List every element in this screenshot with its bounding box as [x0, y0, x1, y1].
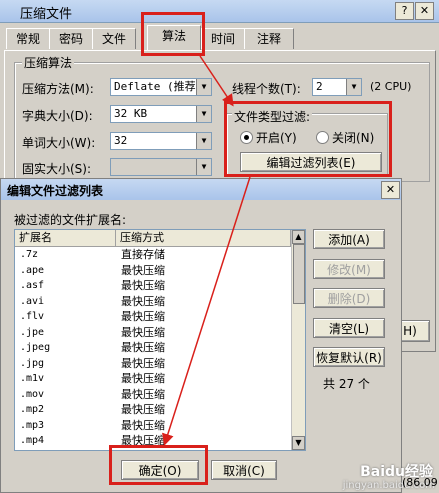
threads-value: 2 [316, 80, 323, 93]
extension-list[interactable]: 扩展名 压缩方式 .7z 直接存储 .ape 最快压缩 .asf 最快压缩 .avi 最快压缩… [14, 229, 306, 451]
radio-off-label: 关闭(N) [332, 131, 375, 145]
filter-dialog: 编辑文件过滤列表 ✕ 被过滤的文件扩展名: 扩展名 压缩方式 .7z 直接存储 .a… [0, 178, 402, 493]
row-extension: .m1v [20, 373, 45, 384]
row-mode: 最快压缩 [121, 341, 165, 354]
table-row[interactable]: .jpg 最快压缩 [15, 356, 291, 371]
list-scrollbar[interactable]: ▲ ▼ [291, 230, 305, 450]
row-extension: .mp3 [20, 419, 45, 431]
table-row[interactable]: .mp2 最快压缩 [15, 402, 291, 417]
table-row[interactable]: .jpeg 最快压缩 [15, 340, 291, 355]
tab-comment[interactable]: 注释 [244, 28, 294, 49]
help-button[interactable]: ? [395, 2, 414, 20]
row-mode: 最快压缩 [121, 294, 165, 308]
solid-select: ▼ [110, 158, 212, 176]
column-header-ext[interactable]: 扩展名 [15, 230, 116, 246]
filter-title: 文件类型过滤: [232, 108, 313, 125]
method-value: Deflate (推荐) [114, 80, 203, 93]
row-extension: .jpe [20, 326, 45, 338]
table-row[interactable]: .7z 直接存储 [15, 247, 291, 262]
edit-filter-button[interactable]: 编辑过滤列表(E) [240, 152, 382, 172]
chevron-down-icon[interactable]: ▼ [346, 79, 361, 95]
threads-label: 线程个数(T): [232, 82, 301, 96]
row-mode: 最快压缩 [121, 279, 165, 292]
scroll-thumb[interactable] [293, 244, 305, 304]
tab-general[interactable]: 常规 [6, 28, 50, 49]
scroll-up-icon[interactable]: ▲ [292, 230, 305, 244]
row-mode: 最快压缩 [121, 418, 165, 432]
chevron-down-icon[interactable]: ▼ [196, 106, 211, 122]
word-select[interactable]: 32 ▼ [110, 132, 212, 150]
row-extension: .7z [20, 249, 39, 260]
row-mode: 最快压缩 [121, 403, 165, 416]
dialog-title: 编辑文件过滤列表 [7, 184, 104, 198]
table-row[interactable]: .avi 最快压缩 [15, 294, 291, 309]
cancel-button[interactable]: 取消(C) [211, 460, 277, 480]
scroll-down-icon[interactable]: ▼ [292, 436, 305, 450]
row-mode: 最快压缩 [121, 387, 165, 401]
solid-label: 固实大小(S): [22, 162, 92, 176]
tab-password[interactable]: 密码 [49, 28, 93, 49]
dict-value: 32 KB [114, 107, 148, 120]
radio-off[interactable] [316, 131, 329, 144]
row-mode: 最快压缩 [121, 356, 165, 370]
row-extension: .flv [20, 311, 45, 322]
row-mode: 直接存储 [121, 248, 165, 261]
main-title-bar: 压缩文件 ? ✕ [0, 0, 439, 23]
add-button[interactable]: 添加(A) [313, 229, 385, 249]
method-label: 压缩方法(M): [22, 82, 94, 96]
modify-button: 修改(M) [313, 259, 385, 279]
dict-label: 字典大小(D): [22, 109, 93, 123]
table-row[interactable]: .asf 最快压缩 [15, 278, 291, 293]
row-extension: .avi [20, 295, 45, 307]
tab-time[interactable]: 时间 [201, 28, 245, 49]
ok-button[interactable]: 确定(O) [121, 460, 199, 480]
chevron-down-icon: ▼ [196, 159, 211, 175]
clear-button[interactable]: 清空(L) [313, 318, 385, 338]
row-extension: .mp4 [20, 435, 45, 446]
list-label: 被过滤的文件扩展名: [14, 213, 127, 227]
tab-algorithm[interactable]: 算法 [147, 25, 201, 50]
row-extension: .ape [20, 264, 45, 276]
radio-on[interactable] [240, 131, 253, 144]
word-label: 单词大小(W): [22, 136, 96, 150]
main-window-title: 压缩文件 [20, 7, 73, 22]
column-header-mode[interactable]: 压缩方式 [116, 230, 291, 246]
table-row[interactable]: .jpe 最快压缩 [15, 325, 291, 340]
table-row[interactable]: .flv 最快压缩 [15, 309, 291, 324]
row-mode: 最快压缩 [121, 310, 165, 323]
row-extension: .jpeg [20, 342, 51, 353]
row-extension: .asf [20, 280, 45, 291]
dialog-close-icon[interactable]: ✕ [381, 181, 400, 199]
group-title: 压缩算法 [22, 54, 75, 71]
restore-default-button[interactable]: 恢复默认(R) [313, 347, 385, 367]
row-mode: 最快压缩 [121, 325, 165, 339]
table-row[interactable]: .m1v 最快压缩 [15, 371, 291, 386]
tab-files[interactable]: 文件 [92, 28, 136, 49]
list-header: 扩展名 压缩方式 [15, 230, 291, 247]
delete-button: 删除(D) [313, 288, 385, 308]
table-row[interactable]: .mp3 最快压缩 [15, 418, 291, 433]
threads-select[interactable]: 2 ▼ [312, 78, 362, 96]
word-value: 32 [114, 134, 128, 147]
dict-select[interactable]: 32 KB ▼ [110, 105, 212, 123]
row-mode: 最快压缩 [121, 263, 165, 277]
cpu-note: (2 CPU) [370, 80, 412, 93]
radio-on-label: 开启(Y) [256, 131, 297, 145]
count-text: 共 27 个 [323, 377, 370, 391]
chevron-down-icon[interactable]: ▼ [196, 133, 211, 149]
table-row[interactable]: .ape 最快压缩 [15, 263, 291, 278]
row-mode: 最快压缩 [121, 372, 165, 385]
close-icon[interactable]: ✕ [415, 2, 434, 20]
corner-text: (86.09 [402, 476, 438, 489]
row-mode: 最快压缩 [121, 434, 165, 447]
method-select[interactable]: Deflate (推荐) ▼ [110, 78, 212, 96]
table-row[interactable]: .mp4 最快压缩 [15, 433, 291, 448]
row-extension: .mov [20, 388, 45, 400]
row-extension: .jpg [20, 357, 45, 369]
chevron-down-icon[interactable]: ▼ [196, 79, 211, 95]
row-extension: .mp2 [20, 404, 45, 415]
dialog-title-bar: 编辑文件过滤列表 ✕ [1, 179, 401, 200]
table-row[interactable]: .mov 最快压缩 [15, 387, 291, 402]
